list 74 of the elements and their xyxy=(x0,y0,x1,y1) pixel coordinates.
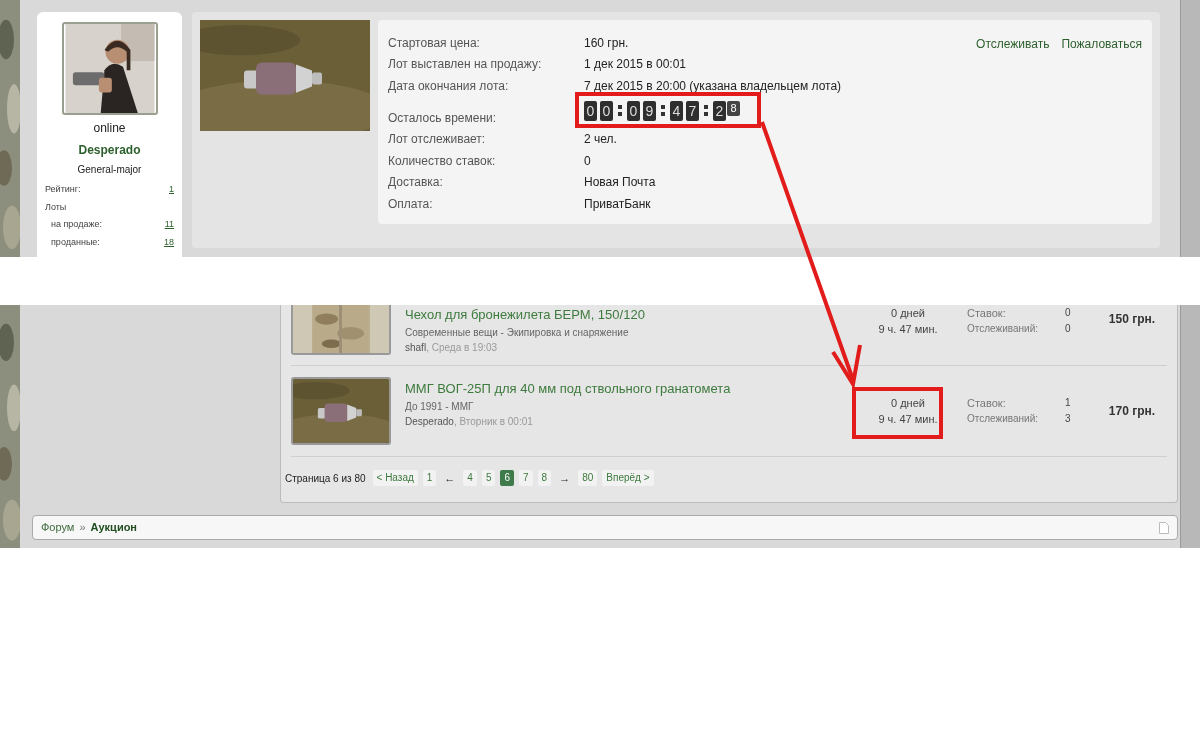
watches-count: 0 xyxy=(1065,322,1072,336)
stat-label: на продаже: xyxy=(51,218,102,231)
stat-link[interactable]: 11 xyxy=(164,218,174,232)
timer-digit: 2 xyxy=(713,100,726,121)
timer-digit: 9 xyxy=(643,100,656,121)
page-link[interactable]: 4 xyxy=(463,470,477,487)
watches-label: Отслеживаний: xyxy=(967,322,1040,336)
field-label: Оплата: xyxy=(388,195,434,213)
stat-label: Рейтинг: xyxy=(45,183,81,196)
page-link[interactable]: 80 xyxy=(578,470,598,487)
page-link[interactable]: 6 xyxy=(500,470,515,487)
listing-category: Современные вещи - Экипировка и снаряжение xyxy=(405,325,630,340)
watches-count: 3 xyxy=(1065,412,1072,426)
listing-category: До 1991 - ММГ xyxy=(405,399,475,414)
action-link[interactable]: Пожаловаться xyxy=(1061,35,1142,53)
field-value: 160 грн. xyxy=(584,34,629,52)
time-left: 9 ч. 47 мин. xyxy=(878,412,938,427)
listing-title-link[interactable]: ММГ ВОГ-25П для 40 мм под ствольного гранатомета xyxy=(405,379,867,399)
timer-digit: 4 xyxy=(670,100,683,121)
timer-digit: 8 xyxy=(727,100,740,116)
price: 150 грн. xyxy=(1108,311,1156,328)
bids-label: Ставок: xyxy=(967,306,1007,321)
time-left: 9 ч. 47 мин. xyxy=(878,322,938,337)
stat-link[interactable]: 1 xyxy=(169,183,174,197)
bids-label: Ставок: xyxy=(967,396,1007,411)
field-label: Лот отслеживает: xyxy=(388,131,487,149)
field-label: Стартовая цена: xyxy=(388,34,481,52)
timer-digit: 0 xyxy=(627,100,640,121)
page-link[interactable]: 1 xyxy=(422,470,437,487)
breadcrumb-link[interactable]: Аукцион xyxy=(90,519,137,536)
field-label: Доставка: xyxy=(388,174,444,192)
timer-digit: 0 xyxy=(584,100,597,121)
page-arrow: ← xyxy=(443,471,457,486)
page-arrow: → xyxy=(558,471,572,486)
stat-link[interactable]: 18 xyxy=(164,235,174,249)
field-label: Осталось времени: xyxy=(388,109,498,127)
field-label: Дата окончания лота: xyxy=(388,77,510,95)
stat-label: Лоты xyxy=(45,200,67,214)
page-summary: Страница 6 из 80 xyxy=(285,471,366,486)
stat-label: проданные: xyxy=(51,235,100,249)
bids-count: 1 xyxy=(1065,396,1072,410)
action-link[interactable]: Отслеживать xyxy=(976,35,1050,53)
listing-title-link[interactable]: Чехол для бронежилета БЕРМ, 150/120 xyxy=(405,305,867,325)
field-value: 2 чел. xyxy=(584,131,617,149)
bids-count: 0 xyxy=(1065,306,1072,320)
days-left: 0 дней xyxy=(891,396,925,411)
price: 170 грн. xyxy=(1108,403,1156,420)
online-status: online xyxy=(93,120,126,137)
page-link[interactable]: 5 xyxy=(481,470,496,487)
timer-digit: 0 xyxy=(600,100,613,121)
page-nav-link[interactable]: Вперёд > xyxy=(602,470,654,487)
username-link[interactable]: Desperado xyxy=(78,141,141,159)
colon-icon xyxy=(704,105,708,116)
field-value: 1 дек 2015 в 00:01 xyxy=(584,56,687,74)
field-value: 0 xyxy=(584,152,591,170)
colon-icon xyxy=(618,105,622,116)
field-value: 7 дек 2015 в 20:00 (указана владельцем лота) xyxy=(584,77,842,95)
colon-icon xyxy=(661,105,665,116)
breadcrumb-separator: » xyxy=(79,520,86,536)
page-nav-link[interactable]: < Назад xyxy=(372,470,418,487)
page-link[interactable]: 8 xyxy=(537,470,552,487)
page-link[interactable]: 7 xyxy=(519,470,533,487)
listing-byline: shafl, Среда в 19:03 xyxy=(405,340,498,355)
page-icon[interactable] xyxy=(1159,521,1169,534)
listing-byline: Desperado, Вторник в 00:01 xyxy=(405,414,533,429)
days-left: 0 дней xyxy=(891,306,925,321)
field-label: Количество ставок: xyxy=(388,152,497,170)
field-label: Лот выставлен на продажу: xyxy=(388,56,543,74)
field-value: ПриватБанк xyxy=(584,195,651,213)
field-value: Новая Почта xyxy=(584,174,656,192)
timer-digit: 7 xyxy=(686,100,699,121)
breadcrumb-link[interactable]: Форум xyxy=(41,519,75,536)
watches-label: Отслеживаний: xyxy=(967,412,1040,426)
user-rank: General-major xyxy=(77,163,142,177)
